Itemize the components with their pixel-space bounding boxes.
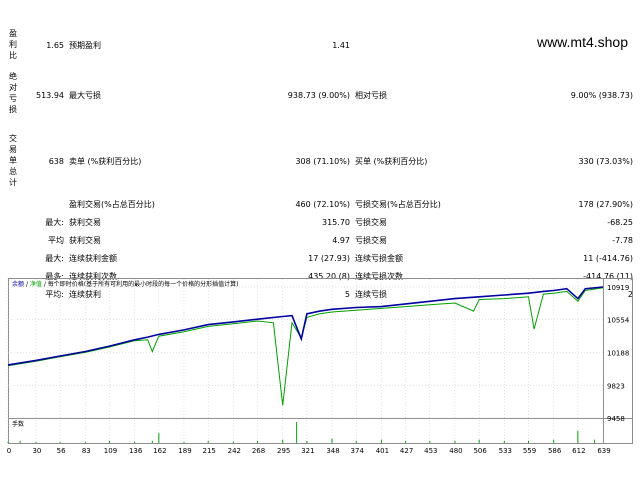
legend-separator-2: / bbox=[43, 281, 46, 288]
y-tick-label: 10554 bbox=[607, 317, 630, 325]
watermark-text: www.mt4.shop bbox=[536, 34, 628, 50]
short-positions-label: 卖单 (%获利百分比) bbox=[69, 157, 142, 166]
legend-balance: 余额 bbox=[12, 281, 25, 288]
section-label-profit-factor: 盈利比 bbox=[9, 29, 17, 60]
long-positions-value: 330 (73.03%) bbox=[578, 157, 633, 166]
x-tick-label: 374 bbox=[351, 447, 365, 455]
section-label-absolute-drawdown: 绝对亏损 bbox=[9, 72, 17, 114]
average-consecutive-wins-value: 5 bbox=[344, 290, 350, 299]
x-tick-label: 586 bbox=[548, 447, 562, 455]
average-profit-trade-value: 4.97 bbox=[332, 236, 350, 245]
total-trades-value: 638 bbox=[48, 157, 64, 166]
maximum-prefix-label: 最大: bbox=[45, 254, 64, 263]
section-label-total-trades: 交易单总计 bbox=[9, 134, 17, 187]
x-tick-label: 401 bbox=[376, 447, 389, 455]
x-tick-label: 56 bbox=[57, 447, 66, 455]
average-loss-trade-value: -7.78 bbox=[612, 236, 633, 245]
profit-trades-value: 460 (72.10%) bbox=[295, 200, 350, 209]
largest-prefix-label: 最大: bbox=[45, 218, 64, 227]
maximal-consecutive-loss-value: -414.76 (11) bbox=[583, 272, 633, 281]
max-consecutive-losses-value: 11 (-414.76) bbox=[583, 254, 633, 263]
average-consecutive-losses-value: 2 bbox=[627, 290, 633, 299]
x-tick-label: 0 bbox=[7, 447, 11, 455]
max-consecutive-wins-label: 连续获利金额 bbox=[69, 254, 117, 263]
equity-line bbox=[7, 287, 604, 406]
x-tick-label: 506 bbox=[473, 447, 487, 455]
x-tick-label: 321 bbox=[301, 447, 314, 455]
profit-trades-label: 盈利交易(%占总百分比) bbox=[69, 200, 155, 209]
legend-separator-1: / bbox=[25, 281, 28, 288]
legend-description: 每个即时价格(基于所有可利用的最小时段的每一个价格的分形插值计算) bbox=[47, 281, 239, 288]
x-tick-label: 295 bbox=[277, 447, 290, 455]
largest-loss-trade-label: 亏损交易 bbox=[355, 218, 387, 227]
y-tick-label: 9823 bbox=[607, 382, 625, 390]
expected-payoff-label: 预期盈利 bbox=[69, 41, 101, 50]
short-positions-value: 308 (71.10%) bbox=[295, 157, 350, 166]
average-consecutive-losses-label: 连续亏损 bbox=[355, 290, 387, 299]
profit-factor-value: 1.65 bbox=[46, 41, 64, 50]
legend-equity: 净值 bbox=[29, 281, 42, 288]
x-tick-label: 268 bbox=[252, 447, 265, 455]
average-profit-trade-label: 获利交易 bbox=[69, 236, 101, 245]
largest-profit-trade-label: 获利交易 bbox=[69, 218, 101, 227]
relative-drawdown-label: 相对亏损 bbox=[355, 91, 387, 100]
x-tick-label: 83 bbox=[82, 447, 91, 455]
x-tick-label: 639 bbox=[597, 447, 610, 455]
volume-label: 手数 bbox=[12, 421, 25, 428]
relative-drawdown-value: 9.00% (938.73) bbox=[570, 91, 633, 100]
average-prefix-label: 平均 bbox=[48, 236, 64, 245]
x-tick-label: 612 bbox=[572, 447, 585, 455]
chart-legend: 余额 / 净值 / 每个即时价格(基于所有可利用的最小时段的每一个价格的分形插值… bbox=[12, 281, 238, 289]
x-tick-label: 427 bbox=[400, 447, 413, 455]
x-tick-label: 242 bbox=[228, 447, 241, 455]
y-tick-label: 9458 bbox=[607, 415, 625, 423]
max-consecutive-wins-value: 17 (27.93) bbox=[308, 254, 350, 263]
x-tick-label: 348 bbox=[326, 447, 339, 455]
loss-trades-label: 亏损交易(%占总百分比) bbox=[355, 200, 441, 209]
long-positions-label: 买单 (%获利百分比) bbox=[355, 157, 428, 166]
x-tick-label: 136 bbox=[129, 447, 143, 455]
largest-loss-trade-value: -68.25 bbox=[607, 218, 633, 227]
x-tick-label: 453 bbox=[424, 447, 437, 455]
largest-profit-trade-value: 315.70 bbox=[322, 218, 350, 227]
x-tick-label: 162 bbox=[153, 447, 166, 455]
chart-frame bbox=[8, 278, 633, 444]
loss-trades-value: 178 (27.90%) bbox=[578, 200, 633, 209]
expected-payoff-value: 1.41 bbox=[332, 41, 350, 50]
maximal-drawdown-label: 最大亏损 bbox=[69, 91, 101, 100]
y-tick-label: 10188 bbox=[607, 350, 629, 358]
x-tick-label: 30 bbox=[32, 447, 41, 455]
x-tick-label: 559 bbox=[523, 447, 536, 455]
average-consecutive-prefix-label: 平均: bbox=[45, 290, 64, 299]
absolute-drawdown-value: 513.94 bbox=[36, 91, 64, 100]
x-tick-label: 533 bbox=[499, 447, 512, 455]
x-tick-label: 215 bbox=[203, 447, 216, 455]
max-consecutive-losses-label: 连续亏损金额 bbox=[355, 254, 403, 263]
maximal-drawdown-value: 938.73 (9.00%) bbox=[287, 91, 350, 100]
maximal-consecutive-loss-label: 连续亏损次数 bbox=[355, 272, 403, 281]
x-tick-label: 109 bbox=[104, 447, 117, 455]
x-tick-label: 480 bbox=[449, 447, 462, 455]
average-consecutive-wins-label: 连续获利 bbox=[69, 290, 101, 299]
x-tick-label: 189 bbox=[178, 447, 191, 455]
maximal-consecutive-profit-value: 435.20 (8) bbox=[308, 272, 350, 281]
average-loss-trade-label: 亏损交易 bbox=[355, 236, 387, 245]
